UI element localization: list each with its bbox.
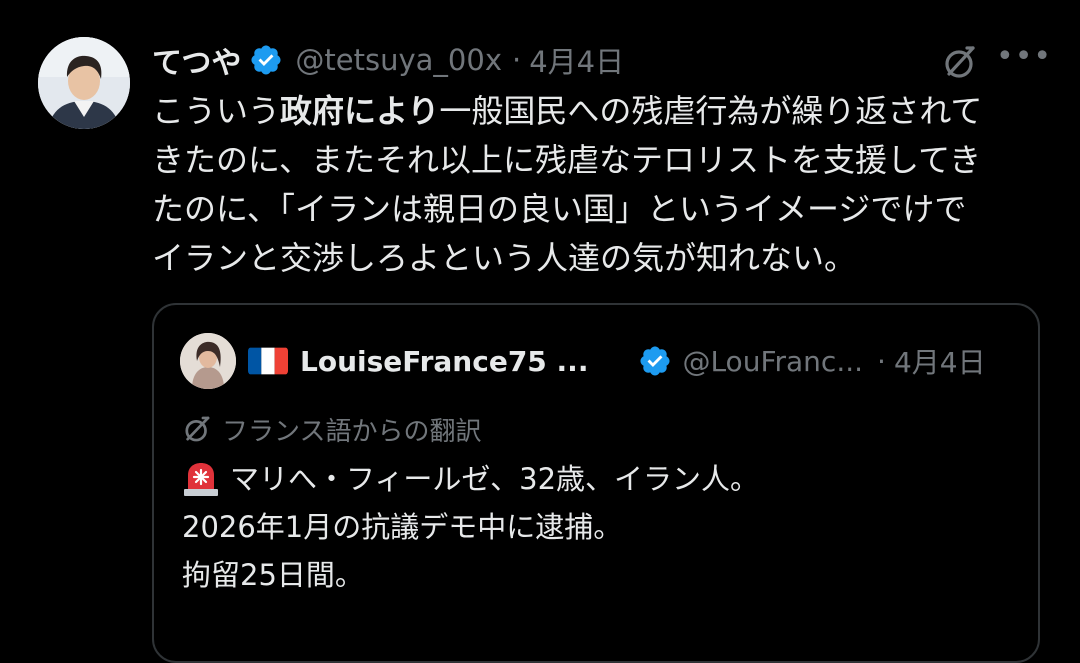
france-flag-icon <box>248 347 288 375</box>
translate-icon <box>185 416 210 442</box>
verified-badge-icon <box>251 45 281 75</box>
translate-icon[interactable] <box>940 42 980 82</box>
quoted-tweet-text: マリへ・フィールゼ、32歳、イラン人。 2026年1月の抗議デモ中に逮捕。 拘留… <box>182 455 1022 599</box>
author-name[interactable]: てつや <box>152 38 241 82</box>
quoted-tweet-header: LouiseFrance75 ... @LouFranc... · 4月4日 <box>248 339 1028 383</box>
tweet-text: こういう政府により一般国民への残虐行為が繰り返されて きたのに、またそれ以上に残… <box>152 87 1057 283</box>
separator-dot: · <box>877 344 886 378</box>
translated-from-label: フランス語からの翻訳 <box>222 416 482 447</box>
tweet-text-line: たのに、「イランは親日の良い国」というイメージでけで <box>152 190 967 228</box>
quoted-author-avatar[interactable] <box>180 333 236 389</box>
verified-badge-icon <box>640 346 670 376</box>
quoted-tweet-card[interactable]: LouiseFrance75 ... @LouFranc... · 4月4日 フ… <box>152 303 1040 663</box>
translation-notice[interactable]: フランス語からの翻訳 <box>180 409 481 449</box>
quoted-tweet-date[interactable]: 4月4日 <box>894 341 986 381</box>
quoted-author-name[interactable]: LouiseFrance75 ... <box>300 345 588 378</box>
quoted-author-handle[interactable]: @LouFranc... <box>682 345 863 378</box>
tweet-text-line: きたのに、またそれ以上に残虐なテロリストを支援してき <box>152 141 982 179</box>
quoted-text-line: 拘留25日間。 <box>182 558 364 592</box>
tweet-header: てつや @tetsuya_00x · 4月4日 <box>152 38 624 82</box>
author-avatar[interactable] <box>38 37 130 129</box>
bold-phrase: 政府により <box>280 92 440 130</box>
separator-dot: · <box>511 43 522 77</box>
siren-emoji-icon <box>184 463 218 496</box>
tweet-text-line: こういう政府により一般国民への残虐行為が繰り返されて <box>152 92 983 130</box>
tweet-text-line: イランと交渉しろよという人達の気が知れない。 <box>152 239 857 277</box>
more-options-icon[interactable]: ••• <box>996 40 1051 80</box>
quoted-text-line: 2026年1月の抗議デモ中に逮捕。 <box>182 510 623 544</box>
quoted-text-line: マリへ・フィールゼ、32歳、イラン人。 <box>182 455 1022 503</box>
tweet-date[interactable]: 4月4日 <box>529 39 624 81</box>
author-handle[interactable]: @tetsuya_00x <box>295 43 502 77</box>
